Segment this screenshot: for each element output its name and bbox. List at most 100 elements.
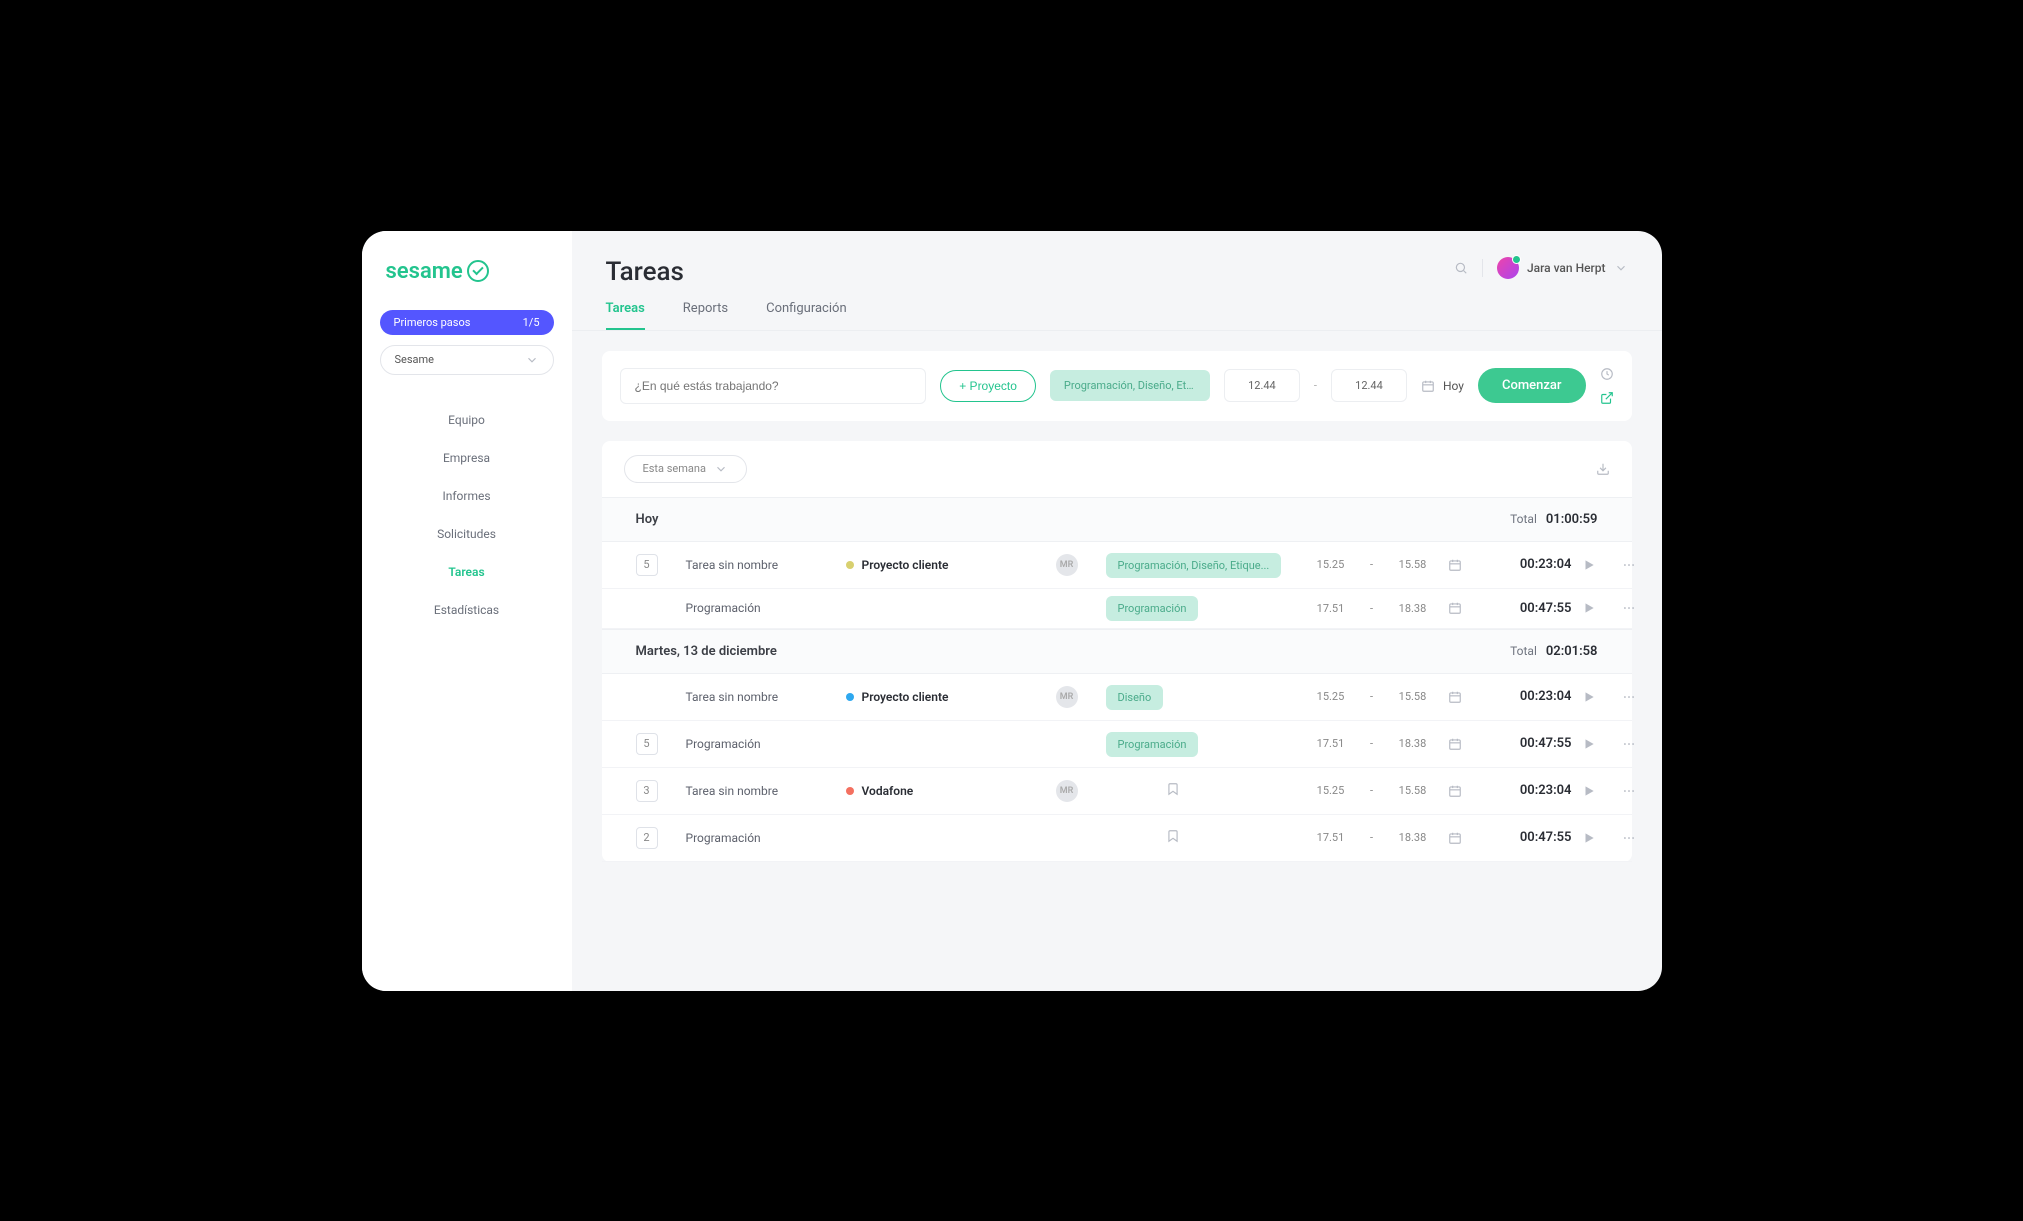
sidebar: sesame Primeros pasos 1/5 Sesame EquipoE… (362, 231, 572, 991)
duration: 00:23:04 (1482, 783, 1572, 798)
task-name[interactable]: Programación (686, 831, 836, 845)
chevron-down-icon (714, 462, 728, 476)
more-icon[interactable] (1622, 831, 1636, 845)
calendar-icon[interactable] (1448, 601, 1462, 615)
logo-check-icon (467, 260, 489, 282)
more-icon[interactable] (1622, 784, 1636, 798)
sidebar-item-equipo[interactable]: Equipo (362, 401, 572, 439)
sidebar-item-tareas[interactable]: Tareas (362, 553, 572, 591)
task-list-panel: Esta semana Hoy Total 01:00:59 5 Tarea sin … (602, 441, 1632, 862)
project-color-dot (846, 693, 854, 701)
time-from[interactable]: 17.51 (1306, 831, 1356, 844)
task-name[interactable]: Tarea sin nombre (686, 690, 836, 704)
bookmark-icon[interactable] (1166, 829, 1180, 843)
tab-reports[interactable]: Reports (683, 301, 728, 330)
bookmark-icon[interactable] (1166, 782, 1180, 796)
list-toolbar: Esta semana (602, 441, 1632, 497)
user-name: Jara van Herpt (1527, 261, 1606, 275)
tab-tareas[interactable]: Tareas (606, 301, 645, 330)
chevron-down-icon (1614, 261, 1628, 275)
sidebar-item-solicitudes[interactable]: Solicitudes (362, 515, 572, 553)
group-title: Hoy (636, 512, 659, 527)
time-from[interactable]: 15.25 (1306, 784, 1356, 797)
time-to[interactable]: 15.58 (1388, 558, 1438, 571)
calendar-icon[interactable] (1448, 690, 1462, 704)
time-to-input[interactable]: 12.44 (1331, 369, 1407, 402)
tag-chip[interactable]: Programación (1106, 596, 1199, 621)
time-to[interactable]: 15.58 (1388, 784, 1438, 797)
page-title: Tareas (606, 257, 684, 287)
steps-progress: 1/5 (523, 316, 540, 329)
topbar: Tareas Jara van Herpt (572, 231, 1662, 287)
play-icon[interactable] (1582, 737, 1596, 751)
calendar-icon[interactable] (1448, 558, 1462, 572)
time-from[interactable]: 15.25 (1306, 558, 1356, 571)
duration: 00:23:04 (1482, 689, 1572, 704)
download-icon[interactable] (1596, 462, 1610, 476)
sidebar-item-informes[interactable]: Informes (362, 477, 572, 515)
group-total: Total 01:00:59 (1510, 512, 1597, 527)
start-button[interactable]: Comenzar (1478, 368, 1586, 403)
time-from-input[interactable]: 12.44 (1224, 369, 1300, 402)
date-today-select[interactable]: Hoy (1421, 379, 1464, 393)
more-icon[interactable] (1622, 690, 1636, 704)
group-title: Martes, 13 de diciembre (636, 644, 777, 659)
calendar-icon[interactable] (1448, 737, 1462, 751)
task-row: 5 Tarea sin nombre Proyecto cliente MR Progr… (602, 542, 1632, 589)
play-icon[interactable] (1582, 601, 1596, 615)
task-name[interactable]: Programación (686, 737, 836, 751)
count-badge: 2 (636, 827, 658, 849)
play-icon[interactable] (1582, 831, 1596, 845)
task-name[interactable]: Tarea sin nombre (686, 784, 836, 798)
user-menu[interactable]: Jara van Herpt (1497, 257, 1628, 279)
logo-text: sesame (386, 259, 463, 284)
task-input[interactable] (620, 368, 927, 404)
group-total: Total 02:01:58 (1510, 644, 1597, 659)
workspace-name: Sesame (395, 353, 435, 366)
more-icon[interactable] (1622, 737, 1636, 751)
add-project-button[interactable]: + Proyecto (940, 370, 1036, 402)
logo: sesame (362, 259, 572, 304)
calendar-icon[interactable] (1448, 831, 1462, 845)
time-to[interactable]: 18.38 (1388, 602, 1438, 615)
project-cell[interactable]: Vodafone (846, 784, 1046, 798)
time-to[interactable]: 18.38 (1388, 831, 1438, 844)
task-name[interactable]: Tarea sin nombre (686, 558, 836, 572)
time-to[interactable]: 15.58 (1388, 690, 1438, 703)
tab-configuración[interactable]: Configuración (766, 301, 847, 330)
time-from[interactable]: 15.25 (1306, 690, 1356, 703)
task-name[interactable]: Programación (686, 601, 836, 615)
week-filter[interactable]: Esta semana (624, 455, 747, 483)
task-row: 5ProgramaciónProgramación17.51-18.3800:4… (602, 721, 1632, 768)
sidebar-item-estadísticas[interactable]: Estadísticas (362, 591, 572, 629)
top-actions: Jara van Herpt (1454, 257, 1628, 279)
clock-icon[interactable] (1600, 367, 1614, 381)
project-color-dot (846, 787, 854, 795)
time-from[interactable]: 17.51 (1306, 602, 1356, 615)
external-link-icon[interactable] (1600, 391, 1614, 405)
onboarding-steps-badge[interactable]: Primeros pasos 1/5 (380, 310, 554, 335)
tag-chip[interactable]: Diseño (1106, 685, 1164, 710)
play-icon[interactable] (1582, 690, 1596, 704)
more-icon[interactable] (1622, 558, 1636, 572)
count-badge: 5 (636, 554, 658, 576)
workspace-select[interactable]: Sesame (380, 345, 554, 375)
play-icon[interactable] (1582, 784, 1596, 798)
project-cell[interactable]: Proyecto cliente (846, 558, 1046, 572)
divider (1482, 259, 1483, 277)
group-header: Hoy Total 01:00:59 (602, 497, 1632, 542)
play-icon[interactable] (1582, 558, 1596, 572)
tag-chip[interactable]: Programación, Diseño, Etique... (1106, 553, 1282, 578)
sidebar-item-empresa[interactable]: Empresa (362, 439, 572, 477)
project-cell[interactable]: Proyecto cliente (846, 690, 1046, 704)
assignee-avatar: MR (1056, 554, 1078, 576)
task-row: Tarea sin nombreProyecto clienteMRDiseño… (602, 674, 1632, 721)
tags-chip[interactable]: Programación, Diseño, Etique... (1050, 370, 1210, 401)
calendar-icon[interactable] (1448, 784, 1462, 798)
tabs: Tareas Reports Configuración (572, 287, 1662, 331)
search-icon[interactable] (1454, 261, 1468, 275)
tag-chip[interactable]: Programación (1106, 732, 1199, 757)
time-to[interactable]: 18.38 (1388, 737, 1438, 750)
more-icon[interactable] (1622, 601, 1636, 615)
time-from[interactable]: 17.51 (1306, 737, 1356, 750)
